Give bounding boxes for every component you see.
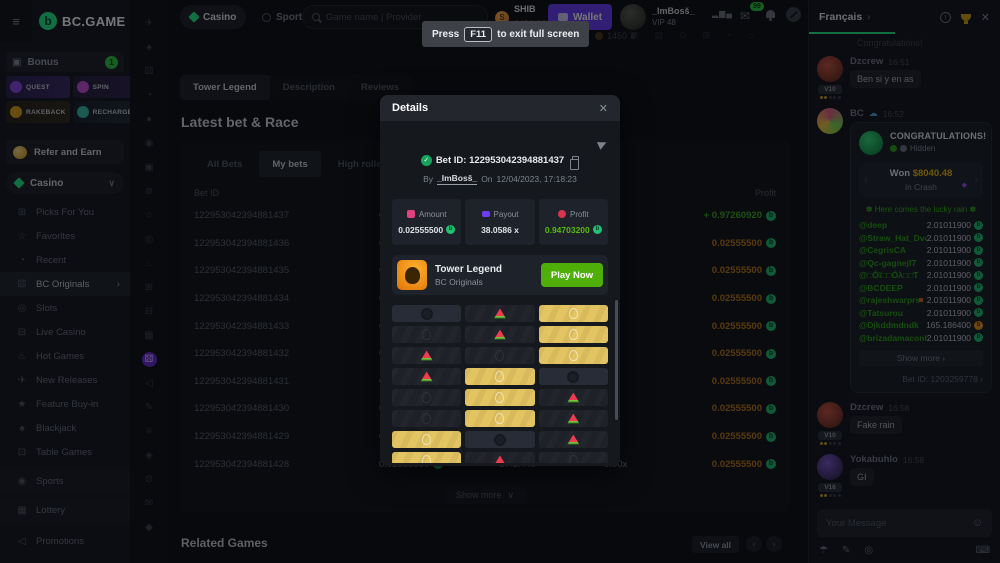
tile-egg-selected — [539, 347, 608, 364]
stat-label: Payout — [494, 210, 519, 219]
coin-icon: b — [446, 225, 455, 234]
watermelon-icon — [567, 414, 579, 424]
tile-hidden — [392, 389, 461, 406]
bet-id-line: ✓ Bet ID: 122953042394881437 — [380, 155, 620, 166]
close-modal-icon[interactable]: ✕ — [599, 102, 608, 115]
tower-result-grid — [392, 305, 608, 463]
watermelon-icon — [421, 372, 433, 382]
stat-value-text: 38.0586 x — [481, 225, 519, 235]
tile-watermelon — [539, 410, 608, 427]
bet-username[interactable]: _ImBosš_ — [437, 173, 477, 185]
amount-icon — [407, 210, 415, 218]
watermelon-icon — [567, 393, 579, 403]
watermelon-icon — [494, 330, 506, 340]
watermelon-icon — [494, 309, 506, 319]
stat-label: Profit — [570, 210, 589, 219]
watermelon-icon — [567, 435, 579, 445]
tile-egg-selected — [392, 431, 461, 448]
stat-value-text: 0.94703200 — [545, 225, 590, 235]
tile-egg-selected — [392, 452, 461, 463]
modal-scrollbar[interactable] — [615, 300, 618, 420]
circle-emblem-icon — [494, 434, 506, 446]
stat-value: 0.02555500b — [398, 225, 455, 235]
profit-icon — [558, 210, 566, 218]
egg-icon — [495, 371, 504, 382]
verified-check-icon: ✓ — [421, 155, 432, 166]
tile-egg-selected — [539, 305, 608, 322]
watermelon-icon — [494, 456, 506, 464]
egg-icon — [569, 308, 578, 319]
stat-label: Amount — [419, 210, 447, 219]
tile-hidden — [539, 452, 608, 463]
tile-watermelon — [465, 326, 534, 343]
stat-label-row: Amount — [407, 210, 447, 219]
game-card: Tower Legend BC Originals Play Now — [392, 255, 608, 295]
copy-icon[interactable] — [572, 156, 579, 165]
tile-egg-selected — [539, 326, 608, 343]
egg-icon — [422, 329, 431, 340]
egg-icon — [569, 455, 578, 463]
bet-details-modal: Details ✕ ▶ ✓ Bet ID: 122953042394881437… — [380, 95, 620, 466]
stat-amount: Amount 0.02555500b — [392, 199, 461, 245]
stat-payout: Payout 38.0586 x — [465, 199, 534, 245]
watermelon-icon — [421, 351, 433, 361]
tile-hidden-circle — [465, 431, 534, 448]
stat-value: 0.94703200b — [545, 225, 602, 235]
bet-datetime: 12/04/2023, 17:18:23 — [497, 174, 577, 184]
egg-icon — [422, 392, 431, 403]
circle-emblem-icon — [421, 308, 433, 320]
circle-emblem-icon — [567, 371, 579, 383]
game-title: Tower Legend — [435, 264, 502, 275]
tile-watermelon — [539, 431, 608, 448]
egg-icon — [495, 350, 504, 361]
f11-key: F11 — [464, 27, 492, 42]
bet-meta-line: By _ImBosš_ On 12/04/2023, 17:18:23 — [380, 173, 620, 185]
tile-egg-selected — [465, 389, 534, 406]
tile-hidden — [392, 326, 461, 343]
play-now-button[interactable]: Play Now — [541, 263, 603, 287]
tile-watermelon — [392, 368, 461, 385]
modal-title: Details — [392, 102, 599, 114]
stat-value-text: 0.02555500 — [398, 225, 443, 235]
modal-header: Details ✕ — [380, 95, 620, 121]
share-icon[interactable]: ▶ — [595, 136, 608, 151]
coin-icon: b — [593, 225, 602, 234]
tile-watermelon — [392, 347, 461, 364]
tile-hidden-circle — [392, 305, 461, 322]
tile-hidden — [465, 347, 534, 364]
fullscreen-toast: Press F11 to exit full screen — [422, 21, 589, 47]
egg-icon — [422, 455, 431, 463]
tile-egg-selected — [465, 368, 534, 385]
payout-icon — [482, 211, 490, 217]
bet-id-value: Bet ID: 122953042394881437 — [436, 155, 564, 166]
egg-icon — [495, 413, 504, 424]
stat-label-row: Payout — [482, 210, 519, 219]
stat-value: 38.0586 x — [481, 225, 519, 235]
egg-icon — [495, 392, 504, 403]
egg-icon — [422, 434, 431, 445]
tile-watermelon — [539, 389, 608, 406]
game-provider: BC Originals — [435, 277, 502, 287]
tile-hidden-circle — [539, 368, 608, 385]
tower-legend-thumbnail — [397, 260, 427, 290]
tile-egg-selected — [465, 410, 534, 427]
tile-watermelon — [465, 452, 534, 463]
egg-icon — [569, 329, 578, 340]
stat-profit: Profit 0.94703200b — [539, 199, 608, 245]
egg-icon — [569, 350, 578, 361]
egg-icon — [422, 413, 431, 424]
bet-stats: Amount0.02555500bPayout38.0586 xProfit0.… — [392, 199, 608, 245]
tile-hidden — [392, 410, 461, 427]
tile-watermelon — [465, 305, 534, 322]
stat-label-row: Profit — [558, 210, 589, 219]
